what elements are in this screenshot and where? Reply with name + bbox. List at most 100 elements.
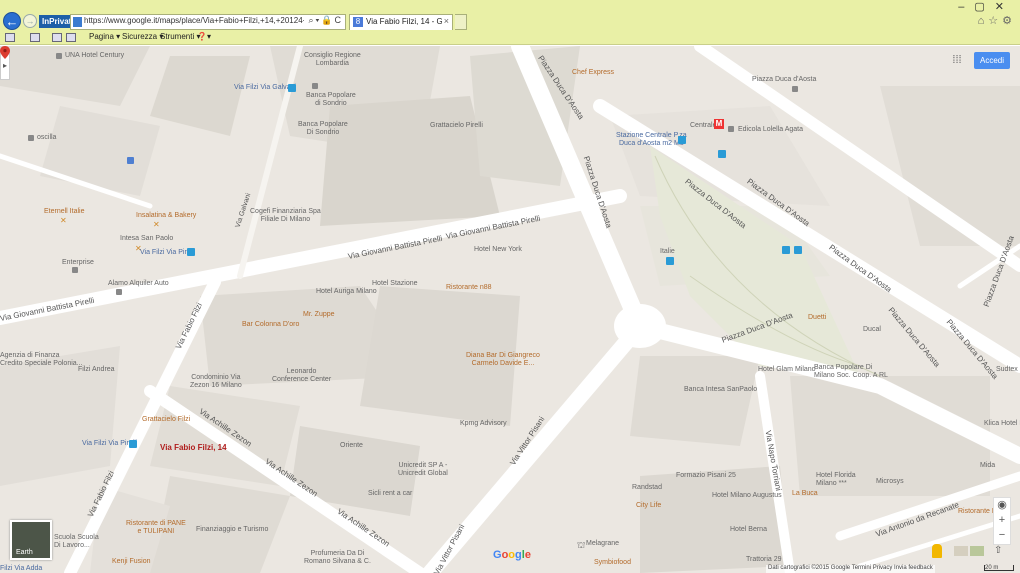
apps-grid-icon[interactable]: ⁞⁞⁞: [951, 54, 963, 66]
menu-help[interactable]: ❓▾: [197, 32, 211, 41]
poi-label[interactable]: Piazza Duca d'Aosta: [752, 76, 816, 84]
poi-label[interactable]: Hotel Berna: [730, 526, 767, 534]
bus-stop-icon[interactable]: [782, 246, 790, 254]
metro-icon[interactable]: M: [714, 119, 724, 129]
poi-label[interactable]: Kenji Fusion: [112, 558, 151, 566]
menu-tools[interactable]: Strumenti ▾: [160, 32, 200, 41]
poi-label[interactable]: Klica Hotel Mil: [984, 420, 1020, 428]
poi-label[interactable]: City Life: [636, 502, 661, 510]
poi-label[interactable]: Agenzia di Finanza Credito Speciale Polo…: [0, 352, 83, 368]
poi-label[interactable]: Italie: [660, 248, 675, 256]
poi-label[interactable]: Unicredit SP A - Unicredit Global: [398, 462, 448, 478]
home-toolbar-icon[interactable]: [5, 33, 15, 42]
earth-view-toggle[interactable]: Earth: [10, 520, 52, 560]
poi-label[interactable]: Chef Express: [572, 69, 614, 77]
poi-label[interactable]: Banca Popolare di Sondrio: [306, 92, 356, 108]
poi-label[interactable]: Filzi Andrea: [78, 366, 115, 374]
poi-label[interactable]: Hotel Glam Milano: [758, 366, 816, 374]
print-icon[interactable]: [66, 33, 76, 42]
poi-label[interactable]: Eternell Italie: [44, 208, 84, 216]
poi-label[interactable]: Hotel Milano Augustus: [712, 492, 782, 500]
poi-label[interactable]: Trattoria 29: [746, 556, 782, 564]
poi-label[interactable]: Hotel Florida Milano ***: [816, 472, 856, 488]
bus-stop-icon[interactable]: [678, 136, 686, 144]
poi-label[interactable]: Diana Bar Di Giangreco Carmelo Davide E.…: [466, 352, 540, 368]
poi-label[interactable]: Oriente: [340, 442, 363, 450]
poi-label[interactable]: Banca Intesa SanPaolo: [684, 386, 757, 394]
poi-label[interactable]: Edicola Lolella Agata: [738, 126, 803, 134]
poi-label[interactable]: Ducal: [863, 326, 881, 334]
poi-label[interactable]: Sudtex H: [996, 366, 1020, 374]
poi-label[interactable]: Banca Popolare Di Milano Soc. Coop. A RL: [814, 364, 888, 380]
map-canvas[interactable]: Via Giovanni Battista Pirelli Via Giovan…: [0, 46, 1020, 573]
poi-label[interactable]: Hotel Auriga Milano: [316, 288, 377, 296]
tab-active[interactable]: 8 Via Fabio Filzi, 14 - Google ... ×: [349, 14, 453, 30]
sign-in-button[interactable]: Accedi: [974, 52, 1010, 69]
poi-label[interactable]: Scuola Scuola Di Lavoro...: [54, 534, 99, 550]
poi-label[interactable]: Enterprise: [62, 259, 94, 267]
street-view-pegman-icon[interactable]: [932, 544, 942, 558]
tab-close-icon[interactable]: ×: [444, 16, 449, 26]
poi-label[interactable]: Hotel Stazione: [372, 280, 418, 288]
zoom-in-button[interactable]: +: [994, 514, 1010, 526]
poi-label[interactable]: Banca Popolare Di Sondrio: [298, 121, 348, 137]
satellite-thumb[interactable]: [970, 546, 984, 556]
bus-stop-icon[interactable]: [187, 248, 195, 256]
selected-place-label[interactable]: Via Fabio Filzi, 14: [160, 443, 227, 452]
poi-label[interactable]: Cogefi Finanziaria Spa Filiale Di Milano: [250, 208, 321, 224]
address-bar[interactable]: https://www.google.it/maps/place/Via+Fab…: [70, 14, 346, 30]
poi-label[interactable]: Centrale: [690, 122, 716, 130]
poi-label[interactable]: Hotel New York: [474, 246, 522, 254]
poi-label[interactable]: Filzi Via Adda: [0, 565, 42, 573]
bus-stop-icon[interactable]: [718, 150, 726, 158]
expand-imagery-icon[interactable]: ⇧: [994, 545, 1002, 556]
poi-label[interactable]: Finanziaggio e Turismo: [196, 526, 268, 534]
compass-icon[interactable]: ◉: [994, 498, 1010, 511]
poi-label[interactable]: Profumeria Da Di Romano Silvana & C.: [304, 550, 371, 566]
back-button[interactable]: ←: [3, 12, 21, 30]
poi-label[interactable]: Mida: [980, 462, 995, 470]
bus-stop-icon[interactable]: [288, 84, 296, 92]
poi-label[interactable]: UNA Hotel Century: [65, 52, 124, 60]
poi-label[interactable]: Kpmg Advisory: [460, 420, 507, 428]
map-attribution[interactable]: Dati cartografici ©2015 Google Termini P…: [766, 565, 935, 573]
url-text[interactable]: https://www.google.it/maps/place/Via+Fab…: [84, 16, 304, 25]
menu-page[interactable]: Pagina ▾: [89, 32, 120, 41]
window-controls[interactable]: –▢✕: [958, 0, 1014, 13]
forward-button[interactable]: →: [23, 14, 37, 28]
mail-icon[interactable]: [52, 33, 62, 42]
poi-label[interactable]: Formazio Pisani 25: [676, 472, 736, 480]
poi-label[interactable]: Alamo Alquiler Auto: [108, 280, 169, 288]
poi-label[interactable]: Via Filzi Via Galvani: [234, 84, 296, 92]
poi-label[interactable]: Randstad: [632, 484, 662, 492]
poi-label[interactable]: oscilla: [37, 134, 56, 142]
poi-label[interactable]: Stazione Centrale P.za Duca d'Aosta m2 M…: [616, 132, 687, 148]
terrain-thumb[interactable]: [954, 546, 968, 556]
feeds-icon[interactable]: [30, 33, 40, 42]
poi-label[interactable]: Intesa San Paolo: [120, 235, 173, 243]
address-actions-icon[interactable]: ⌕▾🔒C: [308, 15, 343, 26]
poi-label[interactable]: Sicli rent a car: [368, 490, 412, 498]
poi-label[interactable]: Ristorante di PANE e TULIPANI: [126, 520, 186, 536]
new-tab-button[interactable]: [455, 14, 467, 30]
bus-stop-icon[interactable]: [129, 440, 137, 448]
poi-label[interactable]: Microsys: [876, 478, 904, 486]
poi-label[interactable]: Condominio Via Zezon 16 Milano: [190, 374, 242, 390]
poi-label[interactable]: Leonardo Conference Center: [272, 368, 331, 384]
home-favorites-settings-icons[interactable]: ⌂☆⚙: [978, 14, 1016, 27]
poi-label[interactable]: Insalatina & Bakery: [136, 212, 196, 220]
poi-label[interactable]: Grattacielo Pirelli: [430, 122, 483, 130]
bus-stop-icon[interactable]: [794, 246, 802, 254]
poi-label[interactable]: Ristorante n88: [446, 284, 492, 292]
menu-security[interactable]: Sicurezza ▾: [122, 32, 163, 41]
poi-label[interactable]: Bar Colonna D'oro: [242, 321, 299, 329]
poi-label[interactable]: Symbiofood: [594, 559, 631, 567]
poi-label[interactable]: Consiglio Regione Lombardia: [304, 52, 361, 68]
poi-label[interactable]: Melagrane: [586, 540, 619, 548]
poi-label[interactable]: La Buca: [792, 490, 818, 498]
poi-label[interactable]: Duetti: [808, 314, 826, 322]
location-pin-icon[interactable]: [0, 46, 10, 59]
zoom-out-button[interactable]: −: [994, 529, 1010, 541]
poi-label[interactable]: Grattacielo Filzi: [142, 416, 190, 424]
poi-label[interactable]: Mr. Zuppe: [303, 311, 335, 319]
